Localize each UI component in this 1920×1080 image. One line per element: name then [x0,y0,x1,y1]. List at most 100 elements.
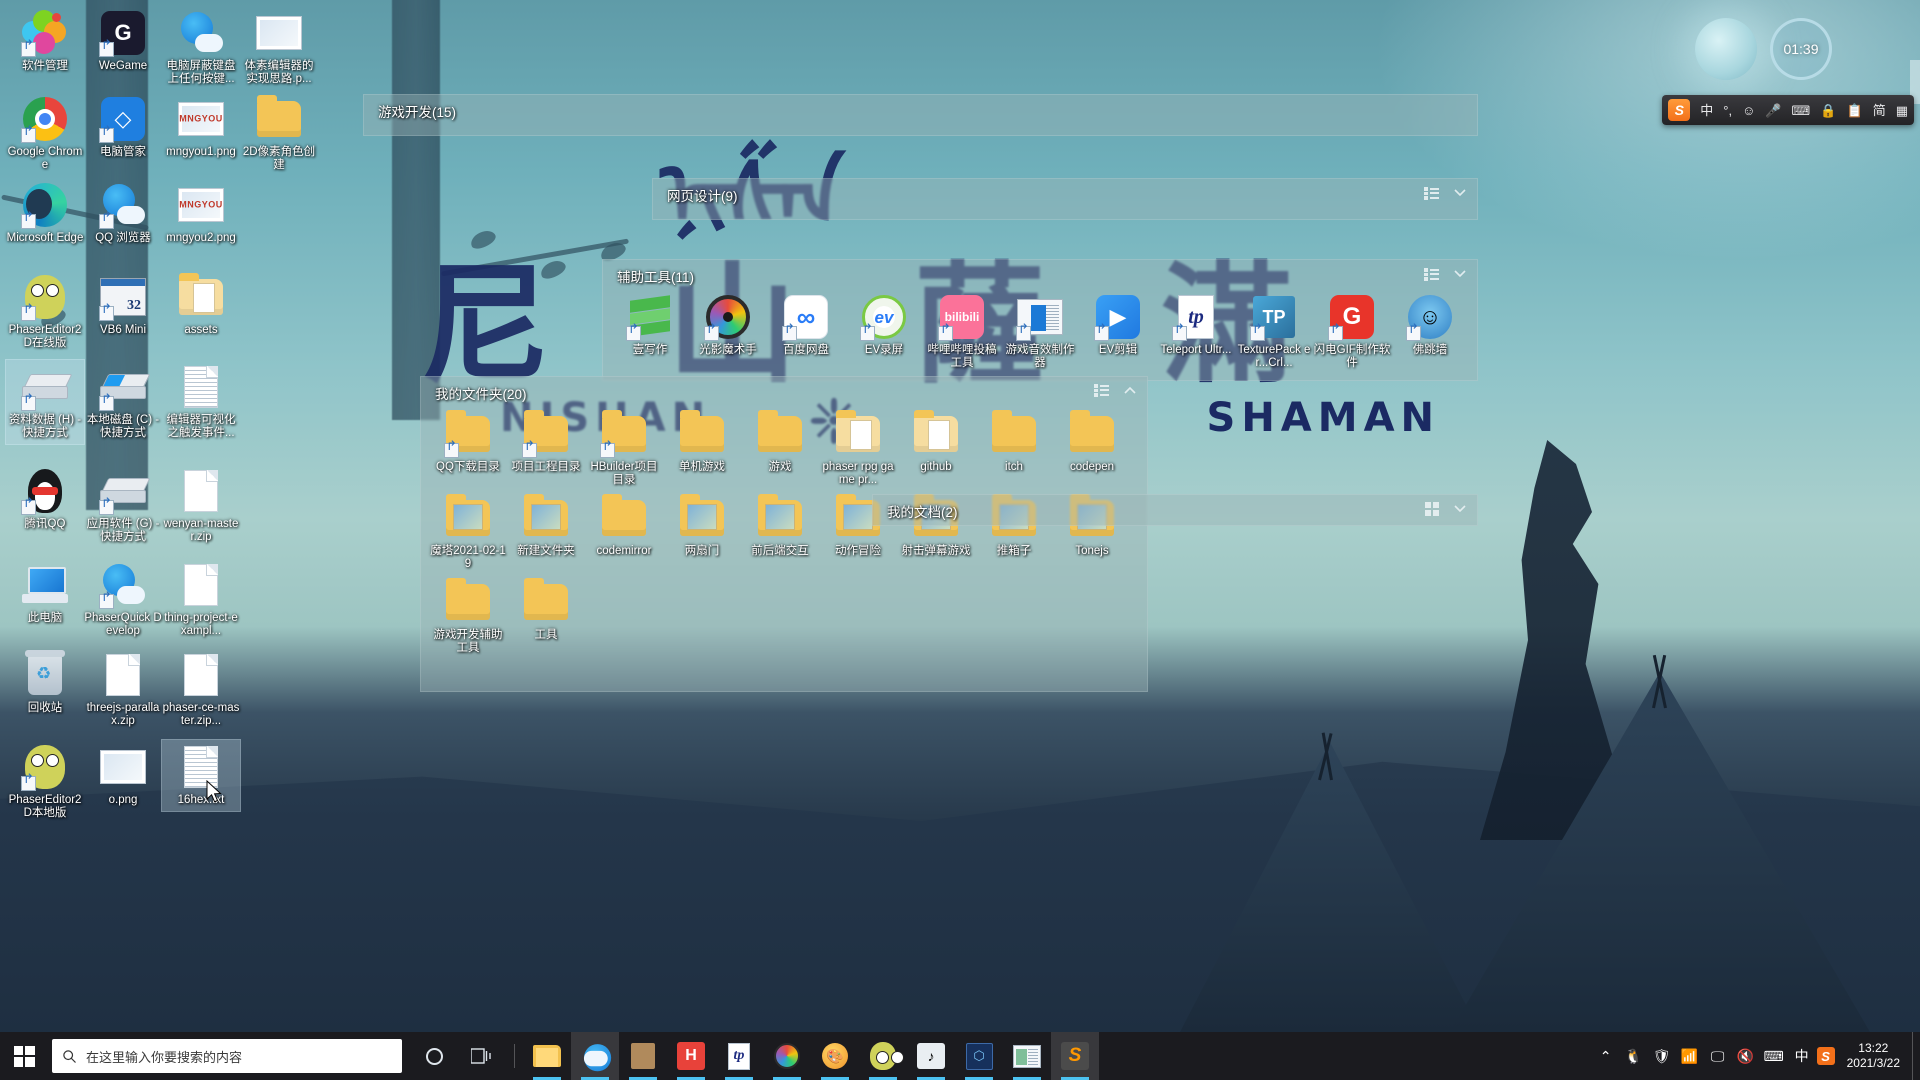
desktop-icon[interactable]: 游戏音效制作器 [1001,290,1079,374]
desktop-icon[interactable]: 游戏 [741,407,819,491]
audio-tool-button[interactable]: ♪ [907,1032,955,1080]
desktop-icon[interactable]: PhaserEditor2D本地版 [6,740,84,824]
taskbar-search-input[interactable]: 在这里输入你要搜索的内容 [52,1039,402,1073]
desktop-icon[interactable]: 腾讯QQ [6,464,84,535]
desktop-icon[interactable]: 项目工程目录 [507,407,585,491]
cortana-button[interactable] [410,1032,458,1080]
desktop-icon[interactable]: phaser-ce-master.zip... [162,648,240,732]
desktop-icon[interactable]: Google Chrome [6,92,84,176]
desktop-icon[interactable]: 体素编辑器的实现思路.p... [240,6,318,90]
desktop-icon[interactable]: github [897,407,975,491]
voice-input-icon[interactable]: 🎤 [1765,104,1781,117]
paint-button[interactable]: 🎨 [811,1032,859,1080]
desktop-icon[interactable]: VB6 Mini [84,270,162,341]
qq-browser-button[interactable] [571,1032,619,1080]
desktop-icon[interactable]: 单机游戏 [663,407,741,491]
desktop-icon[interactable]: itch [975,407,1053,491]
ime-keyboard-tray[interactable]: ⌨ [1761,1032,1787,1080]
desktop-icon[interactable]: QQ 浏览器 [84,178,162,249]
network-tool-button[interactable]: ⬡ [955,1032,1003,1080]
chinese-mode-icon[interactable]: 中 [1700,104,1713,117]
chevron-collapse-icon[interactable] [1453,502,1467,520]
desktop-icon[interactable]: bilibili哔哩哔哩投稿工具 [923,290,1001,374]
desktop-icon[interactable]: threejs-parallax.zip [84,648,162,732]
simplified-chinese-icon[interactable]: 简 [1873,104,1886,117]
display-tray[interactable]: 🖵 [1705,1032,1731,1080]
list-view-icon[interactable] [1424,267,1439,285]
volume-tray[interactable]: 🔇 [1733,1032,1759,1080]
grid-view-icon[interactable] [1425,502,1439,520]
desktop-icon[interactable]: MNGYOU mngyou2.png [162,178,240,249]
desktop-icon[interactable]: 光影魔术手 [689,290,767,374]
desktop-icon[interactable]: 游戏开发辅助工具 [429,575,507,659]
hbuilder-button[interactable]: H [667,1032,715,1080]
chevron-collapse-icon[interactable] [1453,267,1467,285]
wifi-tray[interactable]: 📶 [1677,1032,1703,1080]
desktop-icon[interactable]: o.png [84,740,162,811]
desktop-icon[interactable]: 编辑器可视化之触发事件... [162,360,240,444]
desktop-icon[interactable]: MNGYOU mngyou1.png [162,92,240,163]
file-explorer-button[interactable] [523,1032,571,1080]
helper-tools-fence[interactable]: 辅助工具(11) 壹写作 光影魔术手 ∞百度网盘evEV录屏bilibili哔哩哔哩投… [602,259,1478,381]
clipboard-icon[interactable]: 📋 [1847,104,1863,117]
emoji-icon[interactable]: ☺ [1742,104,1755,117]
sfx-maker-button[interactable] [1003,1032,1051,1080]
desktop-icon[interactable]: ∞百度网盘 [767,290,845,374]
desktop-icon[interactable]: ◇电脑管家 [84,92,162,163]
desktop-icon[interactable]: HBuilder项目目录 [585,407,663,491]
lock-icon[interactable]: 🔒 [1820,104,1836,117]
phaser-editor-button[interactable] [859,1032,907,1080]
sogou-tray[interactable]: S [1816,1047,1835,1065]
desktop-icon[interactable]: 2D像素角色创建 [240,92,318,176]
show-hidden-icons[interactable]: ⌃ [1593,1032,1619,1080]
task-view-button[interactable] [458,1032,506,1080]
desktop-icon[interactable]: ▶EV剪辑 [1079,290,1157,374]
desktop-icon[interactable]: ☺佛跳墙 [1391,290,1469,374]
desktop-icon[interactable]: Microsoft Edge [6,178,84,249]
desktop-icon[interactable]: 本地磁盘 (C) - 快捷方式 [84,360,162,444]
desktop-icon[interactable]: 前后端交互 [741,491,819,575]
sublime-text-button[interactable]: S [1051,1032,1099,1080]
notepad-button[interactable] [619,1032,667,1080]
desktop-icon[interactable]: QQ下载目录 [429,407,507,491]
desktop-icon[interactable]: 应用软件 (G) - 快捷方式 [84,464,162,548]
list-view-icon[interactable] [1424,186,1439,204]
desktop-icon[interactable]: 软件管理 [6,6,84,77]
desktop-icon[interactable]: 魔塔2021-02-19 [429,491,507,575]
my-docs-fence[interactable]: 我的文档(2) [872,494,1478,526]
taskbar-clock[interactable]: 13:22 2021/3/22 [1839,1041,1912,1071]
desktop-icon[interactable]: tpTeleport Ultr... [1157,290,1235,374]
show-desktop-button[interactable] [1912,1032,1920,1080]
desktop-icon[interactable]: assets [162,270,240,341]
list-view-icon[interactable] [1094,384,1109,401]
my-folders-fence[interactable]: 我的文件夹(20) QQ下载目录项目工程目录 HBuilder项目目录 单机游戏 游戏 p… [420,376,1148,692]
start-button[interactable] [0,1032,48,1080]
desktop-icon[interactable]: thing-project-exampl... [162,558,240,642]
pc-manager-tray[interactable]: 🛡 [1649,1032,1675,1080]
desktop-icon[interactable]: 工具 [507,575,585,659]
ime-lang-tray[interactable]: 中 [1789,1032,1815,1080]
neoimaging-button[interactable] [763,1032,811,1080]
desktop-icon[interactable]: codepen [1053,407,1131,491]
chevron-expand-icon[interactable] [1123,385,1137,401]
desktop-icon[interactable]: PhaserEditor2D在线版 [6,270,84,354]
desktop-icon[interactable]: evEV录屏 [845,290,923,374]
chevron-collapse-icon[interactable] [1453,186,1467,204]
game-dev-fence[interactable]: 游戏开发(15) [363,94,1478,136]
teleport-button[interactable]: tp [715,1032,763,1080]
desktop-icon[interactable]: 电脑屏蔽键盘上任何按键... [162,6,240,90]
desktop-clock-widget[interactable]: 01:39 [1770,18,1832,80]
desktop-icon[interactable]: 资料数据 (H) - 快捷方式 [5,359,85,445]
keyboard-icon[interactable]: ⌨ [1792,104,1811,117]
desktop-icon[interactable]: codemirror [585,491,663,575]
desktop-icon[interactable]: wenyan-master.zip [162,464,240,548]
tencent-qq-tray[interactable]: 🐧 [1621,1032,1647,1080]
punctuation-icon[interactable]: °, [1723,104,1732,117]
desktop-icon[interactable]: phaser rpg game pr... [819,407,897,491]
desktop-icon[interactable]: PhaserQuick Develop [84,558,162,642]
desktop-icon[interactable]: G闪电GIF制作软件 [1313,290,1391,374]
toolbox-icon[interactable]: ▦ [1896,104,1908,117]
desktop-icon[interactable]: 壹写作 [611,290,689,374]
desktop-icon[interactable]: 两扇门 [663,491,741,575]
desktop-icon[interactable]: 此电脑 [6,558,84,629]
